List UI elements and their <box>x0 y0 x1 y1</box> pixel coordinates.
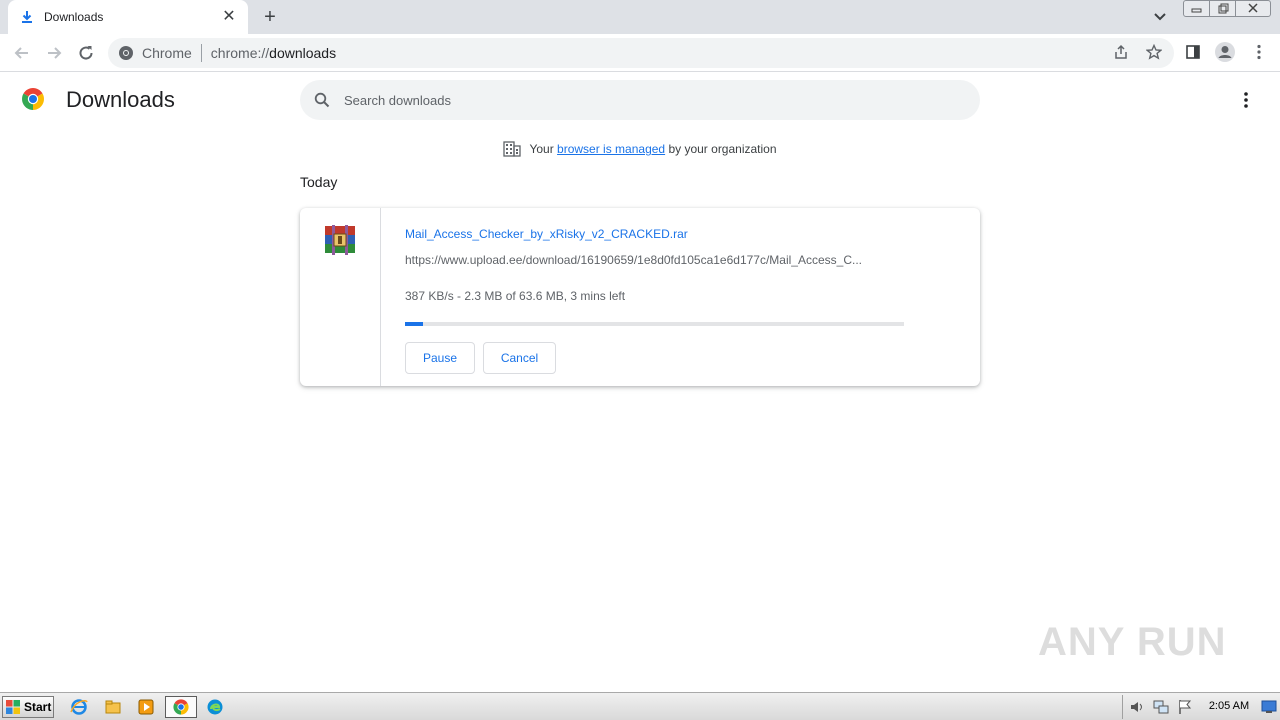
download-progress-bar <box>405 322 904 326</box>
media-player-icon <box>138 699 154 715</box>
show-desktop-icon[interactable] <box>1261 700 1277 714</box>
address-bar[interactable]: Chrome chrome://downloads <box>108 38 1174 68</box>
taskbar: Start 2:05 AM <box>0 692 1280 720</box>
cancel-button[interactable]: Cancel <box>483 342 556 374</box>
date-section-heading: Today <box>300 174 338 190</box>
clock: 2:05 AM <box>1208 700 1250 712</box>
tab-close-icon[interactable]: ✕ <box>220 8 238 26</box>
side-panel-button[interactable] <box>1182 41 1204 63</box>
taskbar-edge[interactable] <box>202 696 228 718</box>
address-separator <box>200 44 202 62</box>
network-icon[interactable] <box>1153 699 1169 715</box>
minimize-icon <box>1191 8 1202 13</box>
reload-icon <box>79 46 93 60</box>
pause-button[interactable]: Pause <box>405 342 475 374</box>
tab-search-chevron-icon[interactable] <box>1150 6 1170 26</box>
download-icon <box>22 11 32 23</box>
back-button[interactable] <box>10 41 34 65</box>
kebab-menu-icon <box>1257 44 1261 60</box>
window-restore-button[interactable] <box>1209 0 1236 17</box>
share-icon <box>1115 44 1127 59</box>
forward-button[interactable] <box>42 41 66 65</box>
search-input[interactable] <box>344 92 944 108</box>
close-icon <box>1248 3 1258 13</box>
taskbar-ie[interactable] <box>66 696 92 718</box>
windows-logo-icon <box>6 700 20 714</box>
star-icon <box>1146 44 1162 60</box>
taskbar-media-player[interactable] <box>133 696 159 718</box>
search-bar[interactable] <box>300 80 980 120</box>
managed-prefix: Your <box>529 142 554 156</box>
managed-text: Your browser is managed by your organiza… <box>529 142 776 156</box>
anyrun-watermark: ANY RUN <box>1038 612 1238 672</box>
taskbar-chrome[interactable] <box>165 696 197 718</box>
url-text: chrome://downloads <box>211 45 336 61</box>
new-tab-button[interactable]: + <box>258 6 282 28</box>
volume-icon[interactable] <box>1129 699 1145 715</box>
chrome-logo-icon <box>22 88 44 110</box>
tab-title: Downloads <box>44 10 104 24</box>
folder-icon <box>105 700 121 714</box>
avatar-icon <box>1215 42 1235 62</box>
flag-icon[interactable] <box>1177 699 1193 715</box>
download-progress-fill <box>405 322 423 326</box>
side-panel-icon <box>1186 45 1200 59</box>
url-path: downloads <box>269 45 337 61</box>
page-menu-icon[interactable] <box>1238 90 1254 110</box>
download-status-text: 387 KB/s - 2.3 MB of 63.6 MB, 3 mins lef… <box>405 289 626 303</box>
share-button[interactable] <box>1110 41 1132 63</box>
toolbar: Chrome chrome://downloads <box>0 34 1280 72</box>
profile-button[interactable] <box>1214 41 1236 63</box>
file-source-url[interactable]: https://www.upload.ee/download/16190659/… <box>405 253 900 267</box>
file-name-link[interactable]: Mail_Access_Checker_by_xRisky_v2_CRACKED… <box>405 227 688 241</box>
download-item-card: Mail_Access_Checker_by_xRisky_v2_CRACKED… <box>300 208 980 386</box>
managed-suffix: by your organization <box>668 142 777 156</box>
managed-link[interactable]: browser is managed <box>557 142 665 156</box>
downloads-page: Downloads Your browser is managed by you… <box>0 72 1280 692</box>
chrome-menu-button[interactable] <box>1248 41 1270 63</box>
bookmark-button[interactable] <box>1143 41 1165 63</box>
managed-notice: Your browser is managed by your organiza… <box>0 141 1280 157</box>
arrow-left-icon <box>14 47 28 59</box>
winrar-archive-icon <box>325 225 355 255</box>
search-icon <box>314 92 330 108</box>
reload-button[interactable] <box>74 41 98 65</box>
building-icon <box>503 141 522 157</box>
url-scheme: chrome:// <box>210 45 270 61</box>
restore-icon <box>1218 3 1229 14</box>
chrome-taskbar-icon <box>173 699 189 715</box>
window-close-button[interactable] <box>1235 0 1271 17</box>
start-button[interactable]: Start <box>2 696 54 718</box>
internet-explorer-icon <box>70 699 88 715</box>
taskbar-explorer[interactable] <box>100 696 126 718</box>
arrow-right-icon <box>48 47 62 59</box>
site-label: Chrome <box>142 45 192 61</box>
tab-downloads[interactable]: Downloads ✕ <box>8 0 248 34</box>
watermark-text: ANY RUN <box>1038 619 1227 664</box>
edge-icon <box>207 699 223 715</box>
tab-strip: Downloads ✕ + <box>0 0 1280 34</box>
start-label: Start <box>24 700 52 714</box>
chrome-site-icon <box>119 46 133 60</box>
window-minimize-button[interactable] <box>1183 0 1210 17</box>
page-title: Downloads <box>66 87 175 112</box>
download-icon-column <box>300 208 381 386</box>
